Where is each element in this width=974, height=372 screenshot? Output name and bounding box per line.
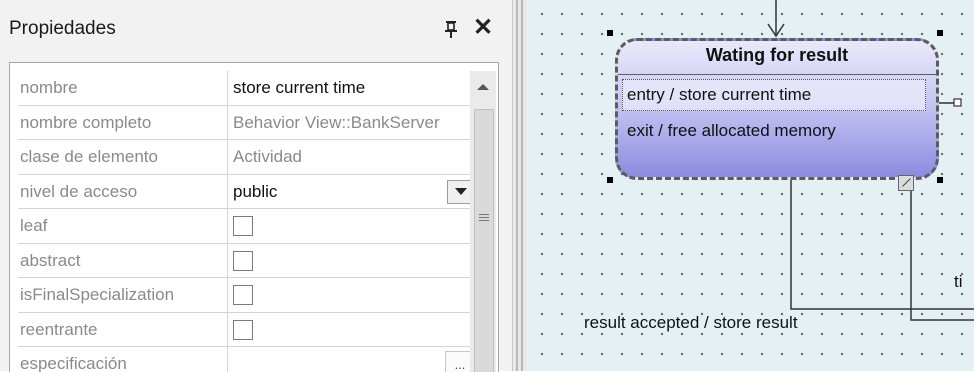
access-level-select[interactable]: public [226,175,477,209]
state-divider [618,74,936,75]
close-icon[interactable]: ✕ [473,16,493,40]
property-name: clase de elemento [18,140,228,174]
property-value-readonly: Actividad [233,147,302,166]
property-row-nombre[interactable]: nombre store current time [18,71,470,106]
property-name: nivel de acceso [18,174,228,208]
property-name: reentrante [18,312,228,346]
pin-icon[interactable] [444,20,458,38]
isfinalspecialization-checkbox[interactable] [233,285,253,305]
panel-header: Propiedades ✕ [0,0,512,60]
abstract-checkbox[interactable] [233,250,253,271]
panel-title: Propiedades [9,18,116,39]
entry-action[interactable]: entry / store current time [622,79,926,111]
selection-handle[interactable] [607,177,613,183]
property-row-nombre-completo[interactable]: nombre completo Behavior View::BankServe… [18,105,470,140]
property-name: nombre completo [18,105,228,139]
property-name: especificación [18,347,228,372]
selection-handle[interactable] [607,30,613,36]
property-name: isFinalSpecialization [18,278,228,312]
property-value-readonly: Behavior View::BankServer [233,112,440,132]
property-value-input[interactable]: store current time [226,71,477,105]
diagram-canvas[interactable]: Wating for result entry / store current … [526,0,974,371]
property-row-reentrante[interactable]: reentrante [18,312,470,347]
transition-label-partial[interactable]: ti [954,272,963,292]
timeout-transition-line [910,176,974,321]
property-value [226,209,477,243]
property-name: abstract [18,243,228,277]
property-name: leaf [18,209,228,243]
port-square [953,98,962,107]
scroll-up-arrow-icon[interactable] [470,71,496,101]
property-row-leaf[interactable]: leaf [18,209,470,244]
property-row-nivel-de-acceso[interactable]: nivel de acceso public [18,174,475,209]
property-value [226,244,477,278]
selection-handle[interactable] [937,30,943,36]
state-node[interactable]: Wating for result entry / store current … [615,38,939,180]
property-row-especificacion[interactable]: especificación ... [18,347,475,372]
scrollbar-thumb[interactable] [474,109,494,372]
exit-action[interactable]: exit / free allocated memory [627,121,836,141]
vertical-scrollbar[interactable] [470,71,496,372]
grip-line [479,220,489,221]
selection-handle[interactable] [937,177,943,183]
leaf-checkbox[interactable] [233,216,253,236]
property-row-clase-de-elemento[interactable]: clase de elemento Actividad [18,140,470,175]
transition-label-result[interactable]: result accepted / store result [584,313,798,333]
properties-panel: Propiedades ✕ nombre store current time … [0,0,513,372]
property-value: ... [226,347,477,372]
result-transition-line [790,176,974,310]
panel-splitter[interactable] [512,0,527,371]
property-grid: nombre store current time nombre complet… [9,62,499,372]
property-value [226,278,477,312]
state-title[interactable]: Wating for result [618,45,936,66]
property-row-abstract[interactable]: abstract [18,243,470,278]
property-name: nombre [18,71,228,105]
resize-grip-icon[interactable] [898,175,914,191]
grip-line [479,214,489,215]
property-rows: nombre store current time nombre complet… [18,71,475,372]
property-value [226,313,477,347]
reentrante-checkbox[interactable] [233,319,253,340]
property-row-isfinalspecialization[interactable]: isFinalSpecialization [18,278,470,313]
access-level-value: public [233,181,278,201]
grip-line [479,217,489,218]
